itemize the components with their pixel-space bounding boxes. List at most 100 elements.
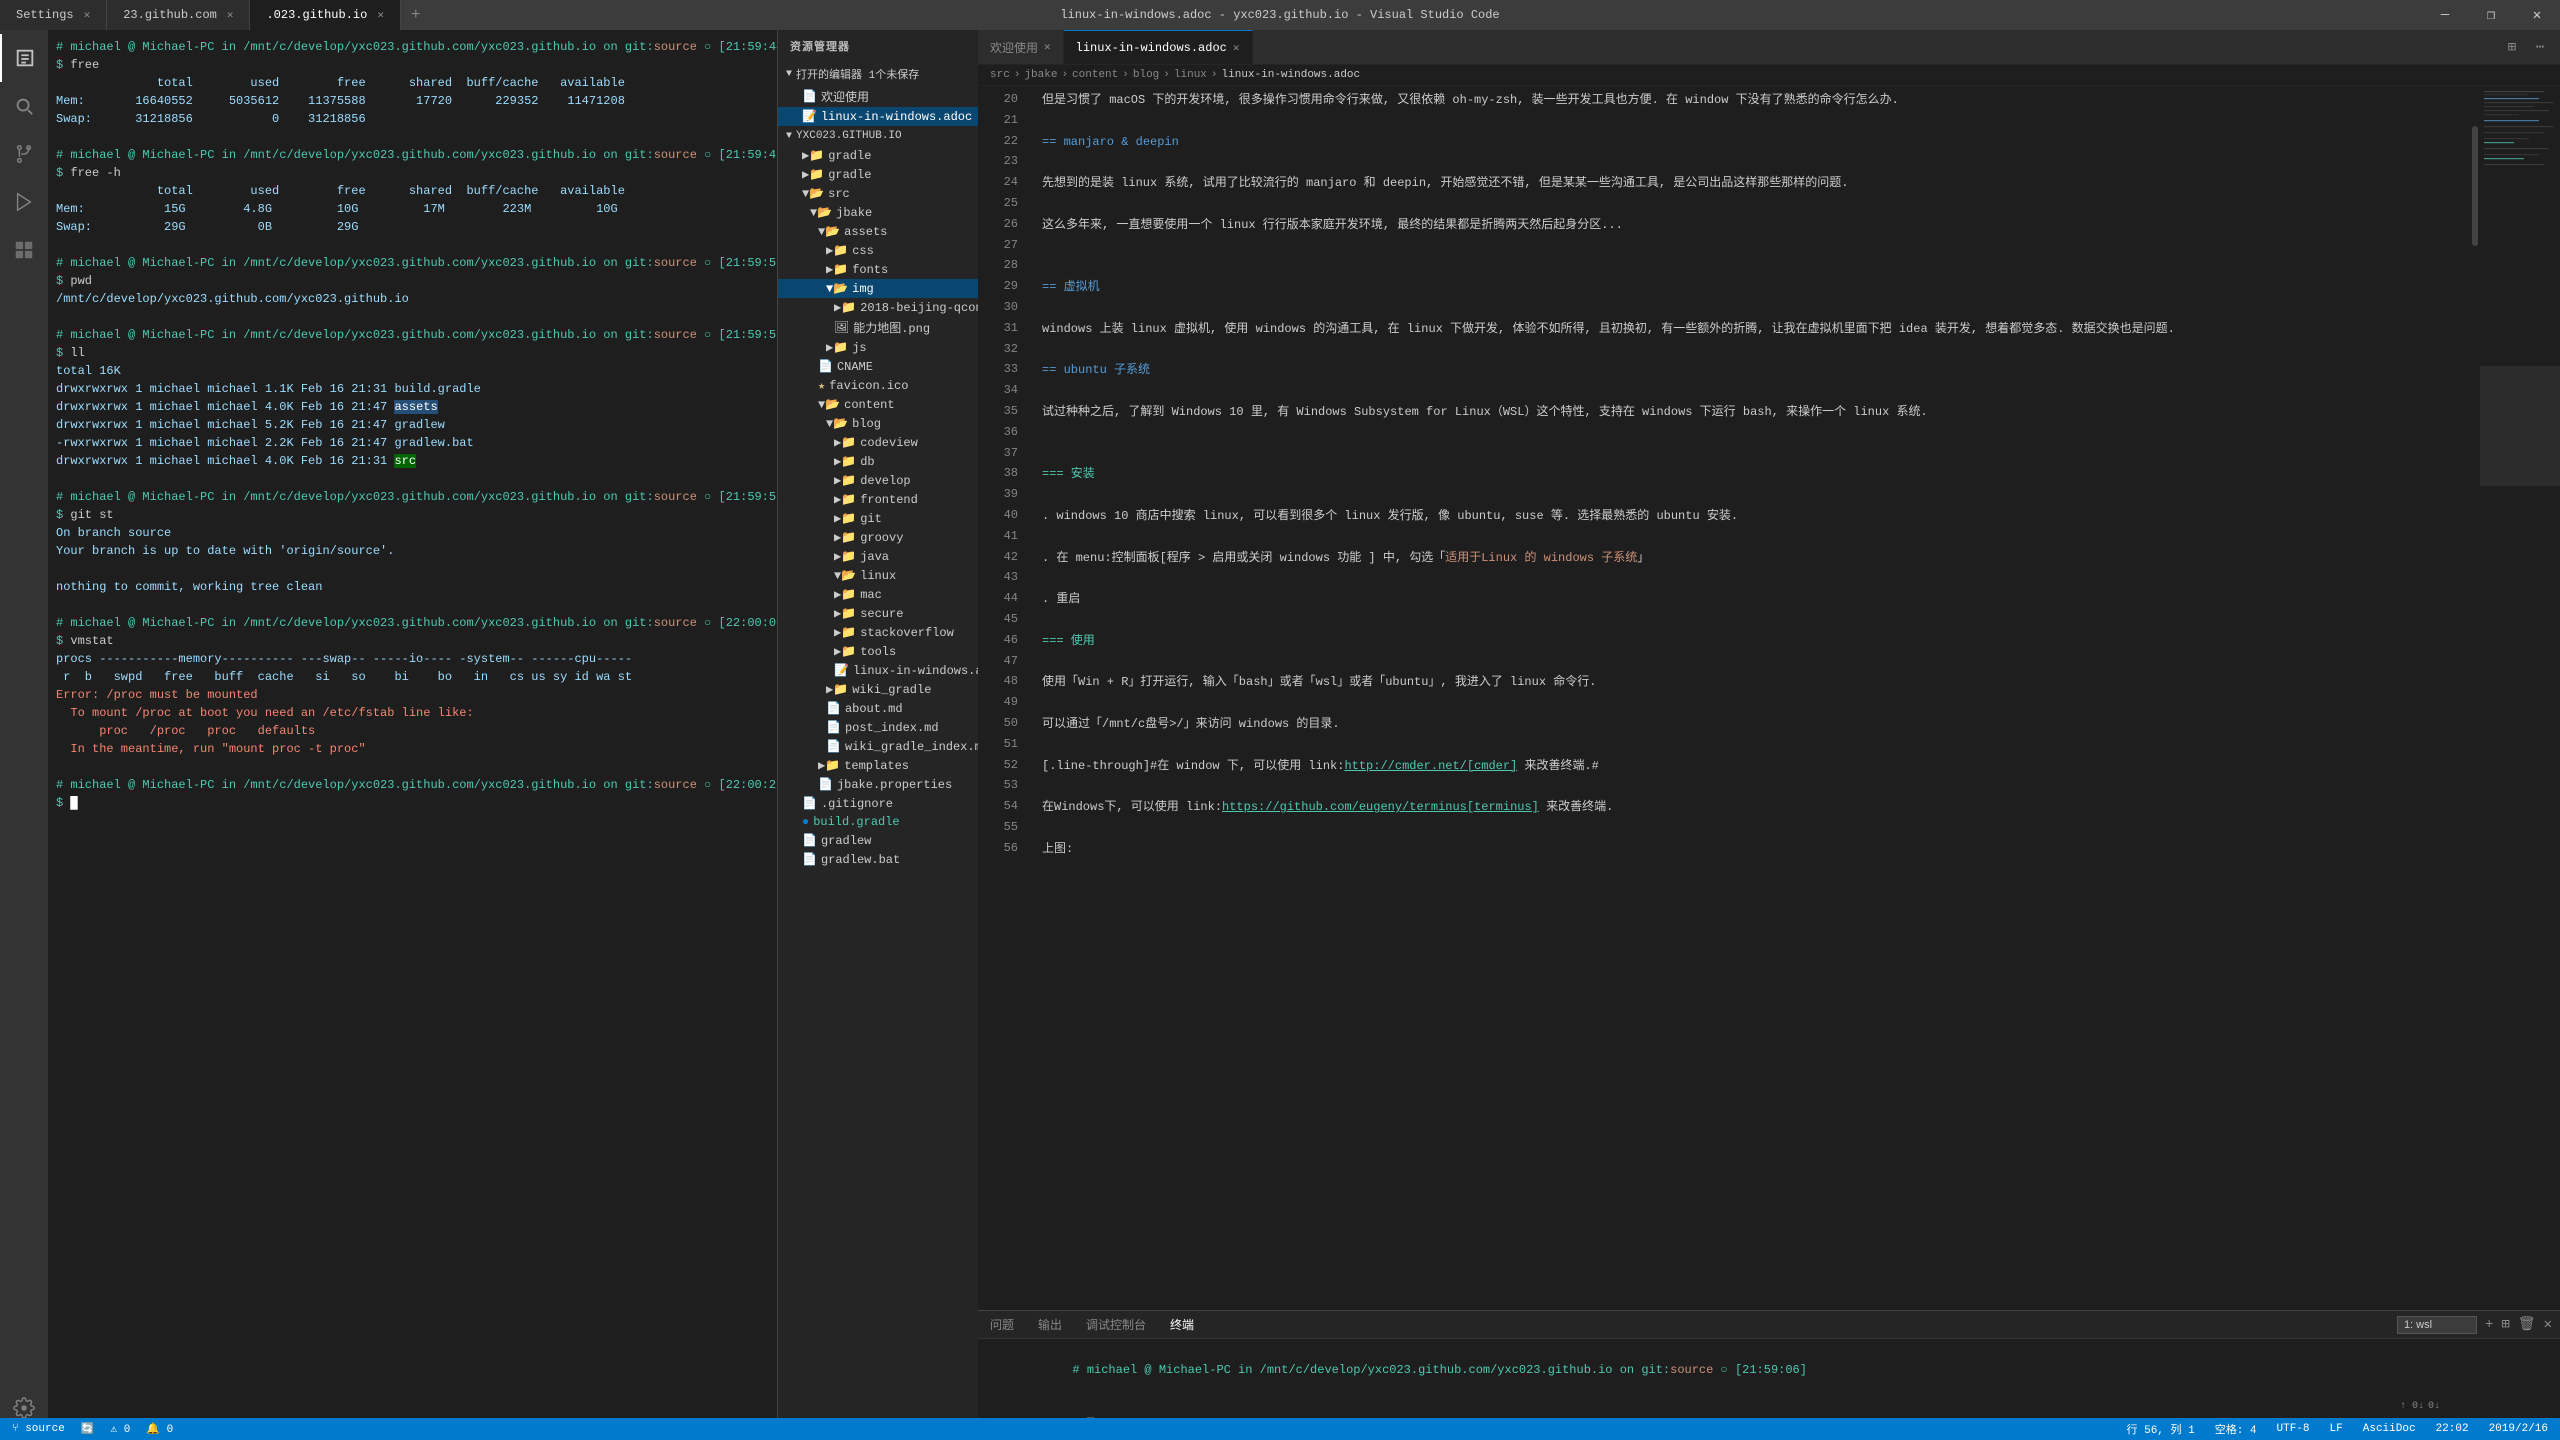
sidebar-item-java[interactable]: ▶ 📁 java: [778, 547, 978, 566]
linux-adoc-tab-close[interactable]: ✕: [1233, 41, 1240, 55]
github-io-tab[interactable]: .023.github.io ✕: [250, 0, 400, 30]
code-line-36: [1042, 423, 2458, 444]
sidebar-item-jbake[interactable]: ▼ 📂 jbake: [778, 203, 978, 222]
sidebar-item-stackoverflow[interactable]: ▶ 📁 stackoverflow: [778, 623, 978, 642]
breadcrumb-linux[interactable]: linux: [1174, 69, 1207, 81]
sidebar-item-linux[interactable]: ▼ 📂 linux: [778, 566, 978, 585]
sidebar-item-gradle2[interactable]: ▶ 📁 gradle: [778, 165, 978, 184]
output-tab[interactable]: 输出: [1034, 1316, 1066, 1333]
sidebar-item-assets[interactable]: ▼ 📂 assets: [778, 222, 978, 241]
code-line-20: 但是习惯了 macOS 下的开发环境, 很多操作习惯用命令行来做, 又很依赖 o…: [1042, 90, 2458, 111]
sidebar: 资源管理器 ▼ 打开的编辑器 1个未保存 📄 欢迎使用 📝 linux-in-w…: [778, 30, 978, 1440]
terminal-search-input[interactable]: [2397, 1316, 2477, 1334]
linux-adoc-editor-tab[interactable]: linux-in-windows.adoc ✕: [1064, 30, 1253, 64]
settings-tab[interactable]: Settings ✕: [0, 0, 107, 30]
templates-folder-icon: 📁: [825, 758, 840, 773]
settings-tab-close[interactable]: ✕: [84, 8, 91, 22]
sidebar-item-gradlew-bat[interactable]: 📄 gradlew.bat: [778, 850, 978, 869]
github-com-tab[interactable]: 23.github.com ✕: [107, 0, 250, 30]
terminal-trash-button[interactable]: 🗑: [2518, 1316, 2536, 1333]
indent-status-item[interactable]: 空格: 4: [2211, 1421, 2261, 1437]
minimize-button[interactable]: —: [2422, 0, 2468, 30]
sidebar-item-cname[interactable]: 📄 CNAME: [778, 357, 978, 376]
sidebar-item-wiki-gradle[interactable]: ▶ 📁 wiki_gradle: [778, 680, 978, 699]
sidebar-item-build-gradle[interactable]: ● build.gradle: [778, 813, 978, 831]
sidebar-item-js[interactable]: ▶ 📁 js: [778, 338, 978, 357]
github-io-tab-close[interactable]: ✕: [377, 8, 384, 22]
breadcrumb-blog[interactable]: blog: [1133, 69, 1159, 81]
sidebar-item-wiki-gradle-index[interactable]: 📄 wiki_gradle_index.md: [778, 737, 978, 756]
open-file-item-welcome[interactable]: 📄 欢迎使用: [778, 86, 978, 107]
explorer-section: ▼ YXC023.GITHUB.IO ▶ 📁 gradle ▶ 📁 gradle…: [778, 126, 978, 794]
debug-activity-icon[interactable]: [0, 178, 48, 226]
sidebar-item-post-index[interactable]: 📄 post_index.md: [778, 718, 978, 737]
sidebar-item-db[interactable]: ▶ 📁 db: [778, 452, 978, 471]
open-file-item-linux[interactable]: 📝 linux-in-windows.adoc: [778, 107, 978, 126]
close-button[interactable]: ✕: [2514, 0, 2560, 30]
sidebar-item-img[interactable]: ▼ 📂 img: [778, 279, 978, 298]
split-editor-button[interactable]: ⊞: [2500, 35, 2524, 59]
warnings-status-item[interactable]: 🔔 0: [142, 1422, 177, 1436]
sidebar-item-groovy[interactable]: ▶ 📁 groovy: [778, 528, 978, 547]
debug-console-tab[interactable]: 调试控制台: [1082, 1316, 1150, 1333]
maximize-button[interactable]: ❐: [2468, 0, 2514, 30]
branch-status-item[interactable]: ⑂ source: [8, 1423, 69, 1435]
language-status-item[interactable]: AsciiDoc: [2359, 1423, 2420, 1435]
terminal-split-button[interactable]: ⊞: [2501, 1316, 2509, 1333]
explorer-root-header[interactable]: ▼ YXC023.GITHUB.IO: [778, 126, 978, 146]
errors-status-item[interactable]: ⚠ 0: [107, 1422, 135, 1436]
search-activity-icon[interactable]: [0, 82, 48, 130]
sidebar-item-mac[interactable]: ▶ 📁 mac: [778, 585, 978, 604]
sidebar-item-jbake-props[interactable]: 📄 jbake.properties: [778, 775, 978, 794]
welcome-tab-close[interactable]: ✕: [1044, 40, 1051, 54]
terminal-tab[interactable]: 终端: [1166, 1316, 1198, 1333]
more-actions-button[interactable]: ⋯: [2528, 35, 2552, 59]
sidebar-item-git[interactable]: ▶ 📁 git: [778, 509, 978, 528]
sidebar-item-content[interactable]: ▼ 📂 content: [778, 395, 978, 414]
editor-scrollbar-thumb[interactable]: [2472, 126, 2478, 246]
breadcrumb-content[interactable]: content: [1072, 69, 1118, 81]
code-editor[interactable]: 2021222324 2526272829 3031323334 3536373…: [978, 86, 2560, 1310]
sidebar-item-codeview[interactable]: ▶ 📁 codeview: [778, 433, 978, 452]
breadcrumb-file[interactable]: linux-in-windows.adoc: [1222, 69, 1361, 81]
terminal-add-button[interactable]: +: [2485, 1317, 2493, 1333]
sidebar-item-blog[interactable]: ▼ 📂 blog: [778, 414, 978, 433]
explorer-activity-icon[interactable]: [0, 34, 48, 82]
editor-scrollbar[interactable]: [2470, 86, 2480, 1310]
breadcrumb-jbake[interactable]: jbake: [1024, 69, 1057, 81]
sidebar-item-linux-adoc[interactable]: 📝 linux-in-windows.adoc: [778, 661, 978, 680]
sidebar-item-beijing[interactable]: ▶ 📁 2018-beijing-qcon: [778, 298, 978, 317]
open-editors-header[interactable]: ▼ 打开的编辑器 1个未保存: [778, 62, 978, 86]
sidebar-item-develop[interactable]: ▶ 📁 develop: [778, 471, 978, 490]
progress-indicators: ↑ 0↓ 0↓: [2400, 1401, 2440, 1412]
sidebar-item-frontend[interactable]: ▶ 📁 frontend: [778, 490, 978, 509]
source-control-activity-icon[interactable]: [0, 130, 48, 178]
sidebar-item-secure[interactable]: ▶ 📁 secure: [778, 604, 978, 623]
eol-status-item[interactable]: LF: [2326, 1423, 2347, 1435]
encoding-status-item[interactable]: UTF-8: [2273, 1423, 2314, 1435]
sidebar-item-templates[interactable]: ▶ 📁 templates: [778, 756, 978, 775]
sidebar-item-gitignore[interactable]: 📄 .gitignore: [778, 794, 978, 813]
new-tab-button[interactable]: +: [401, 6, 431, 24]
sidebar-item-about[interactable]: 📄 about.md: [778, 699, 978, 718]
code-line-27: [1042, 236, 2458, 257]
sidebar-item-favicon[interactable]: ★ favicon.ico: [778, 376, 978, 395]
sidebar-item-css[interactable]: ▶ 📁 css: [778, 241, 978, 260]
cursor-position-item[interactable]: 行 56, 列 1: [2123, 1421, 2199, 1437]
problems-tab[interactable]: 问题: [986, 1316, 1018, 1333]
code-line-35: 试过种种之后, 了解到 Windows 10 里, 有 Windows Subs…: [1042, 402, 2458, 423]
sidebar-item-src[interactable]: ▼ 📂 src: [778, 184, 978, 203]
sidebar-item-mapimage[interactable]: 🖼 能力地图.png: [778, 317, 978, 338]
welcome-editor-tab[interactable]: 欢迎使用 ✕: [978, 30, 1064, 64]
extensions-activity-icon[interactable]: [0, 226, 48, 274]
sidebar-item-tools[interactable]: ▶ 📁 tools: [778, 642, 978, 661]
sidebar-item-gradlew[interactable]: 📄 gradlew: [778, 831, 978, 850]
sidebar-item-fonts[interactable]: ▶ 📁 fonts: [778, 260, 978, 279]
sidebar-item-gradle[interactable]: ▶ 📁 gradle: [778, 146, 978, 165]
breadcrumb-src[interactable]: src: [990, 69, 1010, 81]
sync-status-item[interactable]: 🔄: [77, 1422, 99, 1436]
github-com-tab-close[interactable]: ✕: [227, 8, 234, 22]
terminal-close-button[interactable]: ✕: [2544, 1316, 2552, 1333]
terminal-content[interactable]: # michael @ Michael-PC in /mnt/c/develop…: [48, 30, 777, 1440]
welcome-file-label: 欢迎使用: [821, 88, 869, 105]
